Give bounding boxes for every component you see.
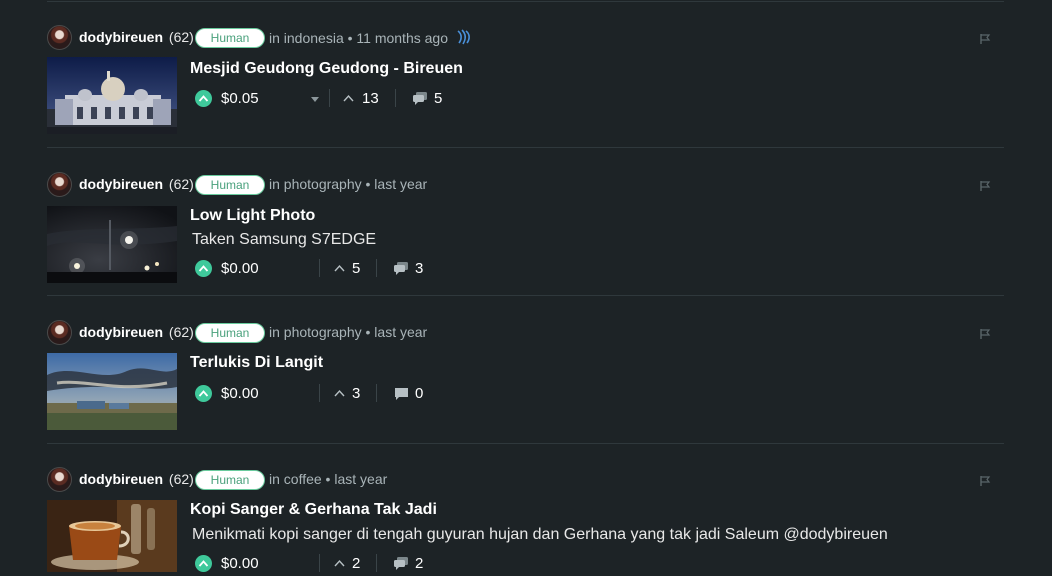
post-meta[interactable]: in indonesia • 11 months ago — [269, 29, 472, 48]
post-excerpt[interactable]: Menikmati kopi sanger di tengah guyuran … — [192, 526, 888, 544]
flag-icon[interactable] — [979, 474, 991, 492]
post-title[interactable]: Low Light Photo — [190, 207, 315, 225]
human-badge: Human — [195, 323, 265, 343]
author-link[interactable]: dodybireuen (62) — [79, 471, 194, 487]
post-header: dodybireuen (62) Human in coffee • last … — [47, 466, 1004, 492]
human-badge: Human — [195, 175, 265, 195]
payout-amount[interactable]: $0.00 — [221, 555, 259, 572]
author-reputation: (62) — [168, 176, 194, 192]
vote-count[interactable]: 13 — [362, 90, 379, 107]
post-item: dodybireuen (62) Human in photography • … — [47, 296, 1004, 444]
chevron-up-icon — [334, 559, 345, 567]
author-name[interactable]: dodybireuen — [79, 471, 163, 487]
stats-divider — [319, 259, 320, 277]
post-item: dodybireuen (62) Human in photography • … — [47, 148, 1004, 296]
stats-divider — [319, 384, 320, 402]
payout-amount[interactable]: $0.00 — [221, 385, 259, 402]
author-reputation: (62) — [168, 29, 194, 45]
post-title[interactable]: Mesjid Geudong Geudong - Bireuen — [190, 60, 463, 78]
sky-landscape-photo-icon — [47, 353, 177, 430]
flag-icon[interactable] — [979, 32, 991, 50]
payout-amount[interactable]: $0.05 — [221, 90, 259, 107]
comment-count[interactable]: 2 — [415, 555, 423, 572]
vote-count[interactable]: 3 — [352, 385, 360, 402]
post-meta[interactable]: in photography • last year — [269, 176, 427, 192]
stats-divider — [376, 384, 377, 402]
post-thumbnail[interactable] — [47, 57, 177, 134]
author-reputation: (62) — [168, 471, 194, 487]
post-title[interactable]: Terlukis Di Langit — [190, 354, 323, 372]
upvote-icon[interactable] — [195, 90, 212, 107]
post-feed: dodybireuen (62) Human in indonesia • 11… — [0, 0, 1052, 572]
comment-count[interactable]: 3 — [415, 260, 423, 277]
chevron-up-icon — [334, 264, 345, 272]
coffee-cup-photo-icon — [47, 500, 177, 572]
post-item: dodybireuen (62) Human in coffee • last … — [47, 444, 1004, 572]
comment-count[interactable]: 0 — [415, 385, 423, 402]
author-name[interactable]: dodybireuen — [79, 176, 163, 192]
upvote-icon[interactable] — [195, 555, 212, 572]
stats-divider — [395, 89, 396, 107]
flag-icon[interactable] — [979, 327, 991, 345]
stats-divider — [376, 259, 377, 277]
comment-count[interactable]: 5 — [434, 90, 442, 107]
post-header: dodybireuen (62) Human in photography • … — [47, 171, 1004, 197]
post-header: dodybireuen (62) Human in photography • … — [47, 319, 1004, 345]
post-thumbnail[interactable] — [47, 206, 177, 283]
stats-divider — [376, 554, 377, 572]
post-meta[interactable]: in coffee • last year — [269, 471, 387, 487]
chevron-up-icon — [334, 389, 345, 397]
post-excerpt[interactable]: Taken Samsung S7EDGE — [192, 231, 376, 249]
author-link[interactable]: dodybireuen (62) — [79, 324, 194, 340]
author-link[interactable]: dodybireuen (62) — [79, 176, 194, 192]
stats-divider — [329, 89, 330, 107]
comment-icon — [395, 388, 408, 400]
author-name[interactable]: dodybireuen — [79, 29, 163, 45]
post-stats: $0.00 2 2 — [195, 552, 695, 576]
post-stats: $0.05 13 5 — [195, 87, 695, 111]
chevron-down-icon[interactable] — [311, 97, 319, 102]
human-badge: Human — [195, 28, 265, 48]
post-header: dodybireuen (62) Human in indonesia • 11… — [47, 24, 1004, 50]
post-meta-text[interactable]: in indonesia • 11 months ago — [269, 30, 448, 46]
vote-count[interactable]: 5 — [352, 260, 360, 277]
post-meta[interactable]: in photography • last year — [269, 324, 427, 340]
vote-count[interactable]: 2 — [352, 555, 360, 572]
chevron-up-icon — [343, 94, 354, 102]
comment-icon — [413, 92, 427, 105]
post-thumbnail[interactable] — [47, 353, 177, 430]
author-link[interactable]: dodybireuen (62) — [79, 29, 194, 45]
steem-icon — [456, 29, 472, 48]
post-title[interactable]: Kopi Sanger & Gerhana Tak Jadi — [190, 501, 437, 519]
avatar[interactable] — [47, 172, 72, 197]
upvote-icon[interactable] — [195, 260, 212, 277]
human-badge: Human — [195, 470, 265, 490]
stats-divider — [319, 554, 320, 572]
post-stats: $0.00 3 0 — [195, 382, 695, 406]
post-stats: $0.00 5 3 — [195, 257, 695, 281]
author-name[interactable]: dodybireuen — [79, 324, 163, 340]
avatar[interactable] — [47, 320, 72, 345]
comment-icon — [394, 557, 408, 570]
post-item: dodybireuen (62) Human in indonesia • 11… — [47, 0, 1004, 148]
payout-amount[interactable]: $0.00 — [221, 260, 259, 277]
post-thumbnail[interactable] — [47, 500, 177, 572]
flag-icon[interactable] — [979, 179, 991, 197]
avatar[interactable] — [47, 467, 72, 492]
comment-icon — [394, 262, 408, 275]
night-sky-photo-icon — [47, 206, 177, 283]
avatar[interactable] — [47, 25, 72, 50]
upvote-icon[interactable] — [195, 385, 212, 402]
mosque-photo-icon — [47, 57, 177, 134]
author-reputation: (62) — [168, 324, 194, 340]
